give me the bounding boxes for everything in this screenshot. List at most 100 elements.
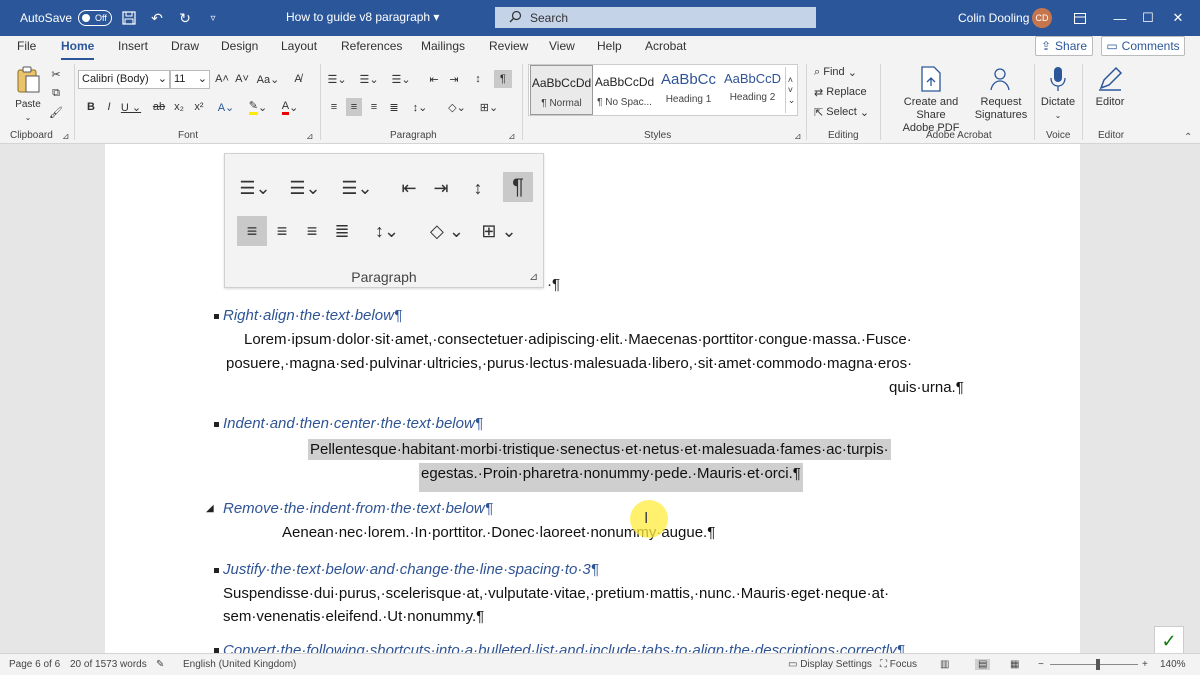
line-spacing-icon[interactable]: ↕⌄ [408,98,432,116]
read-mode-icon[interactable]: ▥ [940,659,949,670]
subscript-icon[interactable]: x₂ [172,98,186,116]
focus-button[interactable]: ⛶ Focus [880,659,917,670]
zoom-out-icon[interactable]: − [1038,659,1044,670]
underline-icon[interactable]: U ⌄ [120,98,142,116]
increase-indent-icon[interactable]: ⇥ [446,70,462,88]
clipboard-launcher-icon[interactable]: ⊿ [62,131,70,142]
customize-quick-access-icon[interactable]: ▿ [202,7,224,29]
superscript-icon[interactable]: x² [192,98,206,116]
font-size-box[interactable]: 11 ⌄ [170,70,210,89]
dictate-button[interactable]: Dictate ⌄ [1038,66,1078,122]
font-color-icon[interactable]: A ⌄ [278,98,302,116]
tab-draw[interactable]: Draw [171,39,199,53]
style-heading-1[interactable]: AaBbCc Heading 1 [657,65,720,115]
tab-layout[interactable]: Layout [281,39,317,53]
strikethrough-icon[interactable]: ab [150,98,168,116]
paste-button[interactable]: Paste ⌄ [14,66,42,124]
proofing-icon[interactable]: ✎ [156,659,164,670]
maximize-icon[interactable]: ☐ [1138,8,1158,28]
style-heading-2[interactable]: AaBbCcD Heading 2 [721,65,784,115]
styles-scroll-icon[interactable]: ˄ ˅ ⌄ [785,67,797,113]
tab-acrobat[interactable]: Acrobat [645,39,686,53]
bullets-icon[interactable]: ☰⌄ [326,70,348,88]
highlight-color-icon[interactable]: ✎ ⌄ [246,98,270,116]
format-painter-icon[interactable]: 🖌 [48,104,64,120]
tab-insert[interactable]: Insert [118,39,148,53]
tab-mailings[interactable]: Mailings [421,39,465,53]
copy-icon[interactable]: ⧉ [48,85,64,101]
align-center-icon[interactable]: ≡ [346,98,362,116]
tab-help[interactable]: Help [597,39,622,53]
tab-file[interactable]: File [17,39,36,53]
page-count[interactable]: Page 6 of 6 [9,659,60,670]
web-layout-icon[interactable]: ▦ [1010,659,1019,670]
shrink-font-icon[interactable]: A˅ [234,70,250,88]
autosave-toggle[interactable]: Off [78,10,113,26]
save-icon[interactable] [118,7,140,29]
search-box[interactable]: Search [495,7,816,28]
instruction-heading[interactable]: Indent·and·then·center·the·text·below¶ [223,415,483,432]
close-icon[interactable]: ✕ [1168,8,1188,28]
justify-icon[interactable]: ≣ [386,98,402,116]
tab-view[interactable]: View [549,39,575,53]
minimize-icon[interactable]: — [1110,8,1130,28]
create-share-pdf-button[interactable]: Create and Share Adobe PDF [888,66,974,135]
tab-references[interactable]: References [341,39,402,53]
display-settings-button[interactable]: ▭ Display Settings [788,659,872,670]
instruction-heading[interactable]: Justify·the·text·below·and·change·the·li… [223,561,599,578]
user-name[interactable]: Colin Dooling [958,11,1029,25]
zoom-level[interactable]: 140% [1160,659,1186,670]
body-text-line[interactable]: sem·venenatis·eleifend.·Ut·nonummy.¶ [223,608,484,625]
body-text-line[interactable]: Suspendisse·dui·purus,·scelerisque·at,·v… [223,585,889,602]
ribbon-display-options-icon[interactable] [1070,8,1090,28]
replace-button[interactable]: ⇄ Replace [814,84,884,100]
instruction-heading[interactable]: Right·align·the·text·below¶ [223,307,402,324]
instruction-heading[interactable]: Remove·the·indent·from·the·text·below¶ [223,500,493,517]
tab-home[interactable]: Home [61,39,95,60]
style-no-spacing[interactable]: AaBbCcDd ¶ No Spac... [593,65,656,115]
change-case-icon[interactable]: Aa⌄ [256,70,280,88]
find-button[interactable]: ⌕ Find ⌄ [814,64,874,80]
autosave-control[interactable]: AutoSave Off [20,10,113,26]
clear-formatting-icon[interactable]: A̸ [290,70,306,88]
print-layout-icon[interactable]: ▤ [975,659,991,670]
undo-icon[interactable]: ↶ [146,7,168,29]
language-status[interactable]: English (United Kingdom) [183,659,296,670]
zoom-slider-thumb[interactable] [1096,659,1100,670]
body-text-line[interactable]: Lorem·ipsum·dolor·sit·amet,·consectetuer… [244,331,912,348]
selected-text-line[interactable]: egestas.·Proin·pharetra·nonummy·pede.·Ma… [419,463,803,492]
redo-icon[interactable]: ↻ [174,7,196,29]
collapse-ribbon-icon[interactable]: ⌃ [1184,132,1196,144]
editor-button[interactable]: Editor [1088,66,1132,109]
word-count[interactable]: 20 of 1573 words [70,659,147,670]
selected-text-line[interactable]: Pellentesque·habitant·morbi·tristique·se… [308,439,891,460]
align-left-icon[interactable]: ≡ [326,98,342,116]
request-signatures-button[interactable]: Request Signatures [972,66,1030,122]
instruction-heading[interactable]: Convert·the·following·shortcuts·into·a·b… [223,642,905,653]
tab-design[interactable]: Design [221,39,258,53]
multilevel-list-icon[interactable]: ☰⌄ [390,70,412,88]
style-normal[interactable]: AaBbCcDd ¶ Normal [530,65,593,115]
align-right-icon[interactable]: ≡ [366,98,382,116]
avatar[interactable]: CD [1032,8,1052,28]
body-text-line[interactable]: quis·urna.¶ [889,379,964,396]
cut-icon[interactable]: ✂ [48,66,64,82]
paragraph-launcher-icon[interactable]: ⊿ [508,131,516,142]
tab-review[interactable]: Review [489,39,528,53]
zoom-in-icon[interactable]: + [1142,659,1148,670]
comments-button[interactable]: ▭ Comments [1101,36,1185,56]
font-launcher-icon[interactable]: ⊿ [306,131,314,142]
borders-icon[interactable]: ⊞⌄ [476,98,502,116]
styles-launcher-icon[interactable]: ⊿ [794,131,802,142]
numbering-icon[interactable]: ☰⌄ [358,70,380,88]
font-name-box[interactable]: Calibri (Body) ⌄ [78,70,170,89]
shading-icon[interactable]: ◇⌄ [444,98,470,116]
sort-icon[interactable]: ↕ [470,70,486,88]
share-button[interactable]: ⇪ Share [1035,36,1093,56]
zoom-slider[interactable] [1050,664,1138,665]
document-title[interactable]: How to guide v8 paragraph ▾ [286,10,439,24]
bold-icon[interactable]: B [84,98,98,116]
check-icon[interactable]: ✓ [1154,626,1184,656]
italic-icon[interactable]: I [102,98,116,116]
decrease-indent-icon[interactable]: ⇤ [426,70,442,88]
